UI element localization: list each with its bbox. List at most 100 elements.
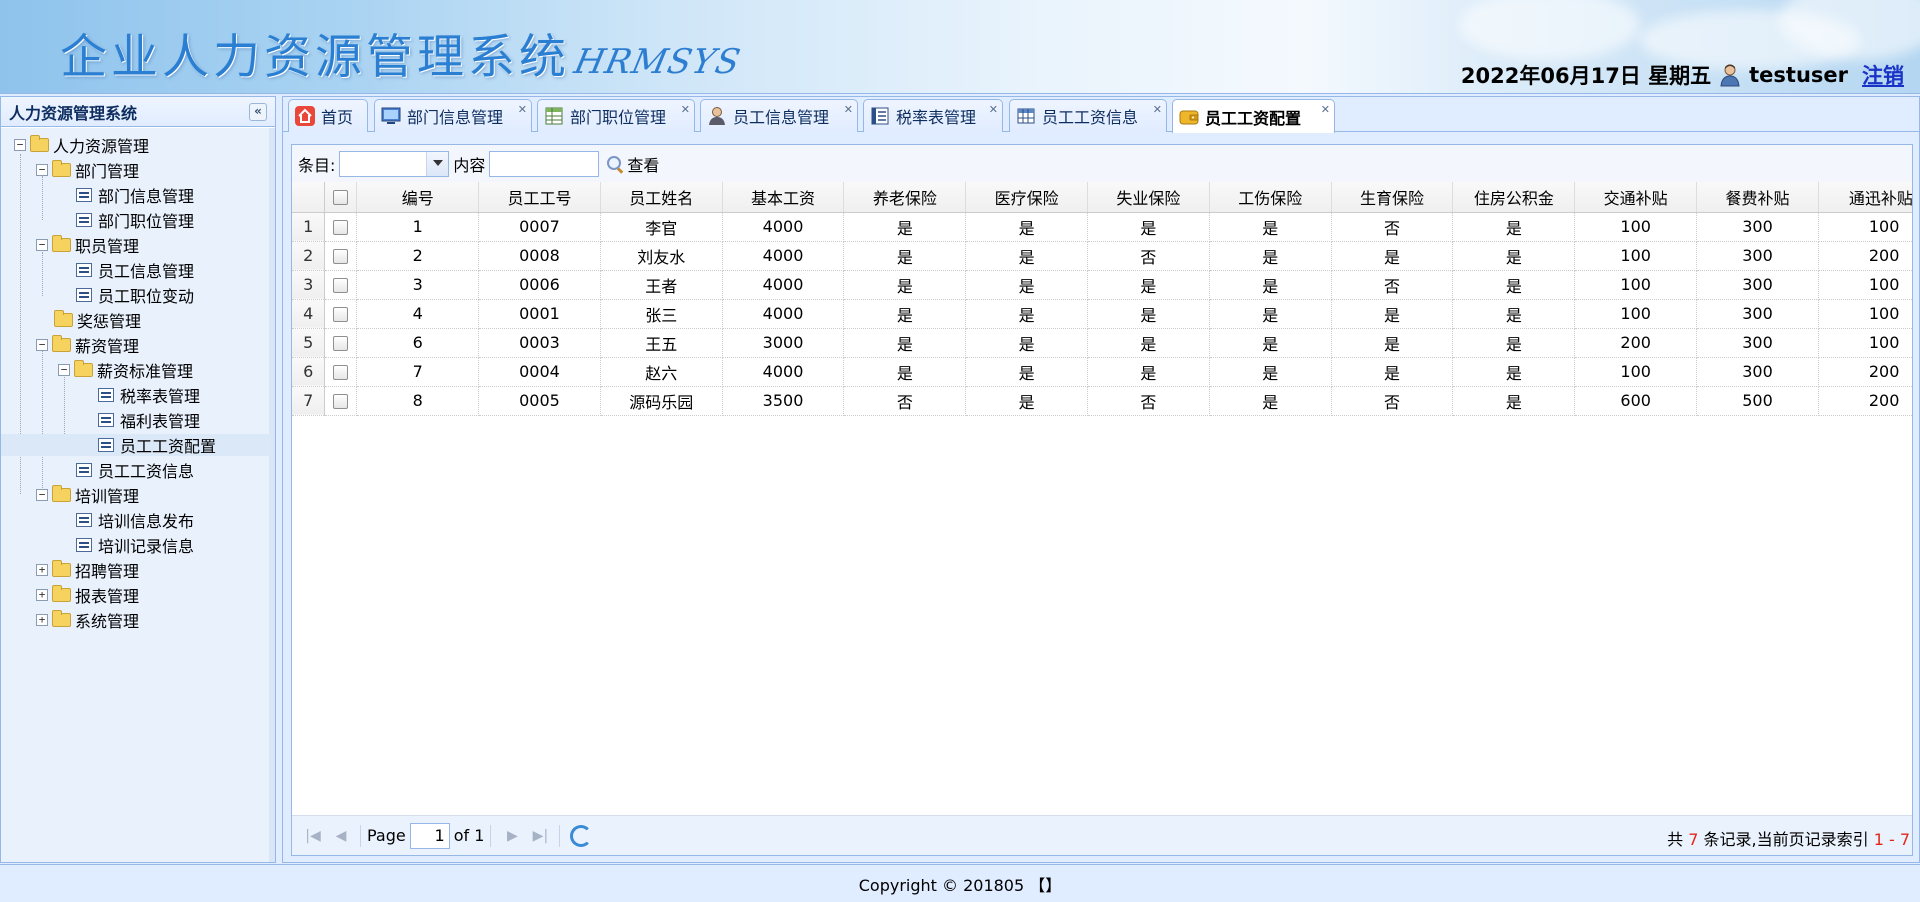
column-header[interactable]: 医疗保险 xyxy=(965,182,1089,213)
logout-link[interactable]: 注销 xyxy=(1862,60,1904,90)
table-row[interactable]: 1 1 0007 李官 4000 是是是是否是 100 300 100 xyxy=(292,212,1912,242)
tree-node-recruit-mgmt[interactable]: + 招聘管理 xyxy=(36,559,139,581)
tree-node-staff-mgmt[interactable]: − 职员管理 xyxy=(36,234,139,256)
tree-node-position-change[interactable]: 员工职位变动 xyxy=(76,284,194,306)
column-header[interactable]: 编号 xyxy=(356,182,480,213)
tree-node-label: 部门管理 xyxy=(75,162,140,181)
collapse-toggle-icon[interactable]: − xyxy=(36,489,48,501)
table-cell: 8 xyxy=(356,386,480,416)
chevron-down-icon[interactable] xyxy=(426,151,449,176)
last-page-icon[interactable]: ▶| xyxy=(527,823,553,849)
tree-node-dept-mgmt[interactable]: − 部门管理 xyxy=(36,159,139,181)
column-header[interactable]: 基本工资 xyxy=(722,182,845,213)
column-header[interactable]: 通迅补贴 xyxy=(1818,182,1912,213)
tab-salary-info[interactable]: 员工工资信息 ✕ xyxy=(1009,99,1167,132)
table-cell: 100 xyxy=(1818,299,1912,329)
table-cell: 是 xyxy=(1452,241,1576,271)
column-header[interactable]: 生育保险 xyxy=(1331,182,1454,213)
column-header[interactable]: 餐费补贴 xyxy=(1696,182,1819,213)
tree-node-tax-rate[interactable]: 税率表管理 xyxy=(98,384,200,406)
tree-node-salary-config[interactable]: 员工工资配置 xyxy=(1,434,271,456)
tree-node-training-record[interactable]: 培训记录信息 xyxy=(76,534,194,556)
document-icon xyxy=(76,538,92,552)
tab-home[interactable]: 首页 xyxy=(288,99,368,132)
search-button[interactable]: 查看 xyxy=(603,152,663,176)
column-header[interactable]: 交通补贴 xyxy=(1574,182,1698,213)
table-row[interactable]: 4 4 0001 张三 4000 是是是是是是 100 300 100 xyxy=(292,299,1912,329)
close-icon[interactable]: ✕ xyxy=(518,103,527,116)
close-icon[interactable]: ✕ xyxy=(1321,103,1330,116)
close-icon[interactable]: ✕ xyxy=(681,103,690,116)
tree-node-training-publish[interactable]: 培训信息发布 xyxy=(76,509,194,531)
collapse-toggle-icon[interactable]: − xyxy=(58,364,70,376)
select-all-checkbox[interactable] xyxy=(333,190,349,206)
tab-dept-info[interactable]: 部门信息管理 ✕ xyxy=(374,99,532,132)
prev-page-icon[interactable]: ◀ xyxy=(328,823,354,849)
table-row[interactable]: 7 8 0005 源码乐园 3500 否是否是否是 600 500 200 xyxy=(292,386,1912,416)
column-header[interactable]: 养老保险 xyxy=(843,182,967,213)
collapse-sidebar-icon[interactable]: « xyxy=(249,103,267,121)
column-header[interactable]: 员工工号 xyxy=(478,182,601,213)
content-input[interactable] xyxy=(489,150,600,177)
page-number-input[interactable]: 1 xyxy=(409,822,450,849)
expand-toggle-icon[interactable]: + xyxy=(36,614,48,626)
table-row[interactable]: 5 6 0003 王五 3000 是是是是是是 200 300 100 xyxy=(292,328,1912,358)
collapse-toggle-icon[interactable]: − xyxy=(36,339,48,351)
expand-toggle-icon[interactable]: + xyxy=(36,589,48,601)
refresh-icon[interactable] xyxy=(570,824,593,847)
table-row[interactable]: 6 7 0004 赵六 4000 是是是是是是 100 300 200 xyxy=(292,357,1912,387)
row-checkbox[interactable] xyxy=(333,365,349,380)
tree-node-dept-position[interactable]: 部门职位管理 xyxy=(76,209,194,231)
tree-guide-line xyxy=(42,176,43,220)
tree-node-system-mgmt[interactable]: + 系统管理 xyxy=(36,609,139,631)
table-cell: 否 xyxy=(1331,270,1454,300)
tree-node-employee-info[interactable]: 员工信息管理 xyxy=(76,259,194,281)
row-checkbox[interactable] xyxy=(333,307,349,322)
column-header[interactable]: 失业保险 xyxy=(1087,182,1210,213)
tree-node-salary-info[interactable]: 员工工资信息 xyxy=(76,459,194,481)
tab-salary-config[interactable]: 员工工资配置 ✕ xyxy=(1172,99,1335,133)
tree-node-welfare[interactable]: 福利表管理 xyxy=(98,409,200,431)
table-cell: 600 xyxy=(1574,386,1698,416)
collapse-toggle-icon[interactable]: − xyxy=(36,164,48,176)
next-page-icon[interactable]: ▶ xyxy=(499,823,525,849)
collapse-toggle-icon[interactable]: − xyxy=(14,139,26,151)
tree-node-hr-root[interactable]: − 人力资源管理 xyxy=(14,134,149,156)
table-row[interactable]: 2 2 0008 刘友水 4000 是是否是是是 100 300 200 xyxy=(292,241,1912,271)
tree-node-salary-mgmt[interactable]: − 薪资管理 xyxy=(36,334,139,356)
column-header[interactable]: 员工姓名 xyxy=(600,182,723,213)
close-icon[interactable]: ✕ xyxy=(989,103,998,116)
field-select[interactable] xyxy=(339,150,450,177)
row-checkbox[interactable] xyxy=(333,249,349,264)
close-icon[interactable]: ✕ xyxy=(844,103,853,116)
tree-node-salary-standard[interactable]: − 薪资标准管理 xyxy=(58,359,193,381)
tab-employee-info[interactable]: 员工信息管理 ✕ xyxy=(700,99,858,132)
row-checkbox[interactable] xyxy=(333,278,349,293)
tree-node-label: 薪资管理 xyxy=(75,337,140,356)
tree-node-report-mgmt[interactable]: + 报表管理 xyxy=(36,584,139,606)
table-row[interactable]: 3 3 0006 王者 4000 是是是是否是 100 300 100 xyxy=(292,270,1912,300)
close-icon[interactable]: ✕ xyxy=(1153,103,1162,116)
row-checkbox[interactable] xyxy=(333,220,349,235)
first-page-icon[interactable]: |◀ xyxy=(300,823,326,849)
tab-tax-rate[interactable]: 税率表管理 ✕ xyxy=(863,99,1003,132)
tree-node-label: 培训管理 xyxy=(75,487,140,506)
tree-node-label: 员工信息管理 xyxy=(98,262,195,281)
tree-node-training-mgmt[interactable]: − 培训管理 xyxy=(36,484,139,506)
column-header[interactable]: 住房公积金 xyxy=(1452,182,1576,213)
column-header[interactable]: 工伤保险 xyxy=(1209,182,1332,213)
table-cell: 4000 xyxy=(722,299,845,329)
tree-node-dept-info[interactable]: 部门信息管理 xyxy=(76,184,194,206)
table-cell: 否 xyxy=(1087,386,1210,416)
table-cell: 是 xyxy=(965,357,1089,387)
tab-dept-position[interactable]: 部门职位管理 ✕ xyxy=(537,99,695,132)
folder-icon xyxy=(52,485,71,502)
row-checkbox[interactable] xyxy=(333,336,349,351)
folder-icon xyxy=(52,585,71,602)
expand-toggle-icon[interactable]: + xyxy=(36,564,48,576)
collapse-toggle-icon[interactable]: − xyxy=(36,239,48,251)
tree-node-reward-punish[interactable]: 奖惩管理 xyxy=(54,309,141,331)
salary-config-grid: 编号 员工工号 员工姓名 基本工资 养老保险 医疗保险 失业保险 工伤保险 生育… xyxy=(292,182,1912,416)
row-checkbox[interactable] xyxy=(333,394,349,409)
tab-strip: 首页 部门信息管理 ✕ 部门职位管理 ✕ 员工信息管理 ✕ 税率表管理 ✕ 员工… xyxy=(283,97,1919,133)
